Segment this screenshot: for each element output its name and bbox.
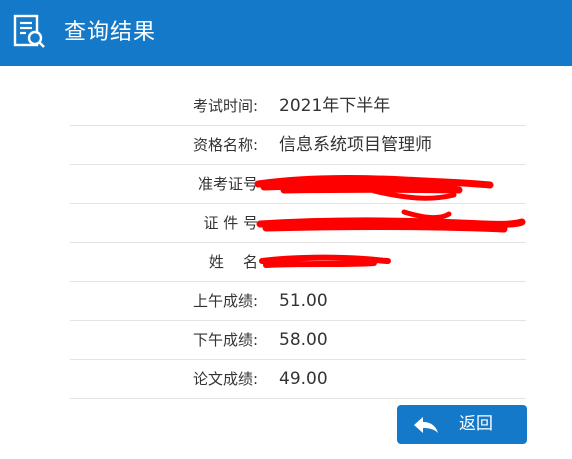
redaction-mark [259, 254, 391, 268]
row-morning-score: 上午成绩: 51.00 [70, 282, 526, 321]
qualification-value: 信息系统项目管理师 [279, 135, 432, 155]
document-search-icon [13, 14, 45, 48]
result-table: 考试时间: 2021年下半年 资格名称: 信息系统项目管理师 准考证号 证 件 … [70, 87, 526, 399]
page-header: 查询结果 [0, 0, 572, 66]
back-arrow-icon [414, 417, 438, 433]
afternoon-score-value: 58.00 [279, 330, 328, 350]
redaction-mark [256, 209, 526, 233]
row-essay-score: 论文成绩: 49.00 [70, 360, 526, 399]
row-admission-number: 准考证号 [70, 165, 526, 204]
row-qualification: 资格名称: 信息系统项目管理师 [70, 126, 526, 165]
row-exam-time: 考试时间: 2021年下半年 [70, 87, 526, 126]
row-id-number: 证 件 号 [70, 204, 526, 243]
afternoon-score-label: 下午成绩: [192, 331, 258, 349]
essay-score-value: 49.00 [279, 369, 328, 389]
morning-score-value: 51.00 [279, 291, 328, 311]
qualification-label: 资格名称: [192, 136, 258, 154]
back-button-label: 返回 [459, 414, 493, 434]
id-number-label: 证 件 号 [203, 214, 258, 232]
row-name: 姓 名 [70, 243, 526, 282]
back-button[interactable]: 返回 [397, 405, 527, 444]
exam-time-value: 2021年下半年 [279, 96, 391, 116]
name-label: 姓 名 [208, 253, 258, 271]
page-title: 查询结果 [64, 20, 157, 45]
admission-number-label: 准考证号 [197, 175, 258, 193]
row-afternoon-score: 下午成绩: 58.00 [70, 321, 526, 360]
morning-score-label: 上午成绩: [192, 292, 258, 310]
exam-time-label: 考试时间: [192, 97, 258, 115]
redaction-mark [254, 175, 494, 201]
essay-score-label: 论文成绩: [192, 370, 258, 388]
